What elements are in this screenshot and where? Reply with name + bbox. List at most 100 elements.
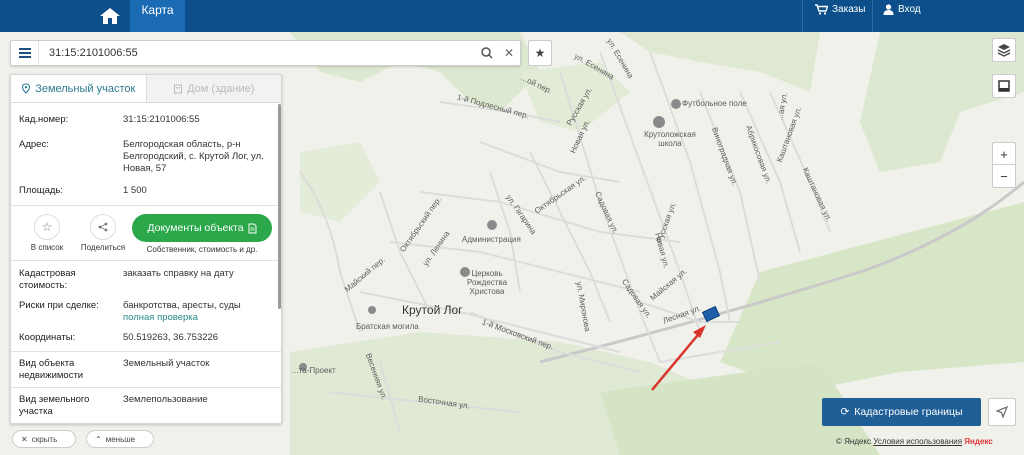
label-football-field: Футбольное поле xyxy=(682,99,747,108)
share-icon-wrap xyxy=(90,214,116,240)
close-icon: ✕ xyxy=(503,46,515,60)
land-type-label: Вид земельного участка xyxy=(19,394,90,417)
documents-block: Документы объекта Собственник, стоимость… xyxy=(131,214,273,254)
add-to-list-label: В список xyxy=(30,243,64,252)
label-mass-grave: Братская могила xyxy=(356,322,419,331)
address-label: Адрес: xyxy=(19,139,49,150)
copyright-text: © Яндекс xyxy=(836,437,872,446)
menu-button[interactable] xyxy=(11,41,39,65)
hamburger-icon xyxy=(18,48,31,58)
area-value: 1 500 xyxy=(123,185,147,196)
documents-sublabel: Собственник, стоимость и др. xyxy=(146,245,258,254)
fullscreen-button[interactable] xyxy=(992,74,1016,98)
search-input[interactable] xyxy=(39,47,476,59)
top-navigation-bar: Карта Заказы Вход xyxy=(0,0,1024,32)
label-village: Крутой Лог xyxy=(402,303,463,317)
property-type-value: Земельный участок xyxy=(123,358,210,369)
orders-button[interactable]: Заказы xyxy=(802,0,872,32)
cadastral-number-value[interactable]: 31:15:2101006:55 xyxy=(123,114,273,126)
hide-label: скрыть xyxy=(31,434,58,444)
panel-scrollbar[interactable] xyxy=(278,104,281,309)
home-button[interactable] xyxy=(95,0,125,32)
geolocation-button[interactable] xyxy=(988,398,1016,426)
tab-house[interactable]: Дом (здание) xyxy=(145,75,281,102)
navigation-arrow-icon xyxy=(996,406,1008,418)
tab-land-plot[interactable]: Земельный участок xyxy=(11,75,146,102)
action-buttons: ☆ В список Поделиться Документы объекта xyxy=(19,206,273,260)
cadastral-boundaries-label: Кадастровые границы xyxy=(854,406,963,418)
tab-map[interactable]: Карта xyxy=(130,0,185,32)
login-label: Вход xyxy=(898,4,921,15)
cadastral-boundaries-button[interactable]: ⟳ Кадастровые границы xyxy=(822,398,981,426)
label-proekt: ...та-Проект xyxy=(292,366,336,375)
share-button[interactable]: Поделиться xyxy=(75,214,131,252)
star-outline-icon: ☆ xyxy=(34,214,60,240)
cart-icon xyxy=(815,4,828,15)
row-address: Адрес: Белгородская область, р-н Белгоро… xyxy=(19,139,273,175)
zoom-out-button[interactable]: − xyxy=(992,164,1016,188)
home-icon xyxy=(100,8,120,24)
hide-panel-button[interactable]: ✕ скрыть xyxy=(12,430,76,448)
row-property-type: Вид объекта недвижимости Земельный участ… xyxy=(19,358,273,382)
full-check-link[interactable]: полная проверка xyxy=(123,312,198,323)
frame-icon xyxy=(998,80,1010,92)
row-land-type: Вид земельного участка Землепользование xyxy=(19,394,273,418)
row-coordinates: Координаты: 50.519263, 36.753226 xyxy=(19,332,273,344)
documents-button[interactable]: Документы объекта xyxy=(132,214,272,242)
label-church: Церковь Рождества Христова xyxy=(466,269,508,296)
row-risks: Риски при сделке: банкротства, аресты, с… xyxy=(19,300,273,324)
address-value: Белгородская область, р-н Белгородский, … xyxy=(123,139,264,174)
terms-of-use-link[interactable]: Условия использования xyxy=(873,437,962,446)
risks-value-block: банкротства, аресты, суды полная проверк… xyxy=(123,300,273,324)
building-icon xyxy=(174,84,183,93)
coordinates-value: 50.519263, 36.753226 xyxy=(123,332,219,343)
row-cadastral-number: Кад.номер: 31:15:2101006:55 xyxy=(19,114,273,126)
divider xyxy=(11,387,281,388)
map-copyright: © Яндекс Условия использования Яндекс xyxy=(836,437,993,446)
area-label: Площадь: xyxy=(19,185,63,196)
less-label: меньше xyxy=(105,434,136,444)
details-list: Кад.номер: 31:15:2101006:55 Адрес: Белго… xyxy=(11,114,281,418)
cadastral-number-label: Кад.номер: xyxy=(19,114,69,125)
chevron-up-icon: ⌃ xyxy=(95,434,102,444)
location-pin-icon xyxy=(22,83,31,94)
cadastral-cost-label: Кадастровая стоимость: xyxy=(19,268,76,291)
add-to-list-button[interactable]: ☆ В список xyxy=(19,214,75,252)
search-button[interactable] xyxy=(476,41,498,65)
tab-house-label: Дом (здание) xyxy=(187,82,255,95)
divider xyxy=(11,351,281,352)
layers-button[interactable] xyxy=(992,38,1016,62)
layers-icon xyxy=(997,44,1011,57)
refresh-icon: ⟳ xyxy=(840,406,850,418)
label-school: Крутоложская школа xyxy=(644,130,696,148)
favorites-button[interactable]: ★ xyxy=(528,40,552,66)
share-icon xyxy=(98,222,108,232)
tab-land-plot-label: Земельный участок xyxy=(35,82,136,95)
yandex-logo: Яндекс xyxy=(964,437,993,446)
document-icon xyxy=(248,223,257,233)
login-button[interactable]: Вход xyxy=(872,0,932,32)
divider xyxy=(11,260,281,261)
user-icon xyxy=(883,4,894,15)
close-icon: ✕ xyxy=(21,434,28,444)
coordinates-label: Координаты: xyxy=(19,332,76,343)
search-icon xyxy=(481,47,493,59)
land-type-value: Землепользование xyxy=(123,394,208,405)
documents-label: Документы объекта xyxy=(147,222,244,234)
object-info-panel: Земельный участок Дом (здание) Кад.номер… xyxy=(10,74,282,424)
row-area: Площадь: 1 500 xyxy=(19,185,273,197)
orders-label: Заказы xyxy=(832,4,866,15)
search-bar: ✕ xyxy=(10,40,521,66)
property-type-label: Вид объекта недвижимости xyxy=(19,358,84,381)
row-cadastral-cost: Кадастровая стоимость: заказать справку … xyxy=(19,268,273,292)
clear-search-button[interactable]: ✕ xyxy=(498,41,520,65)
collapse-panel-button[interactable]: ⌃ меньше xyxy=(86,430,154,448)
risks-label: Риски при сделке: xyxy=(19,300,99,311)
share-label: Поделиться xyxy=(80,243,126,252)
panel-tabs: Земельный участок Дом (здание) xyxy=(11,75,281,103)
order-certificate-link[interactable]: заказать справку на дату xyxy=(123,268,273,292)
zoom-in-button[interactable]: + xyxy=(992,142,1016,166)
star-icon: ★ xyxy=(534,46,546,60)
label-administration: Администрация xyxy=(462,235,521,244)
risks-value: банкротства, аресты, суды xyxy=(123,300,241,311)
